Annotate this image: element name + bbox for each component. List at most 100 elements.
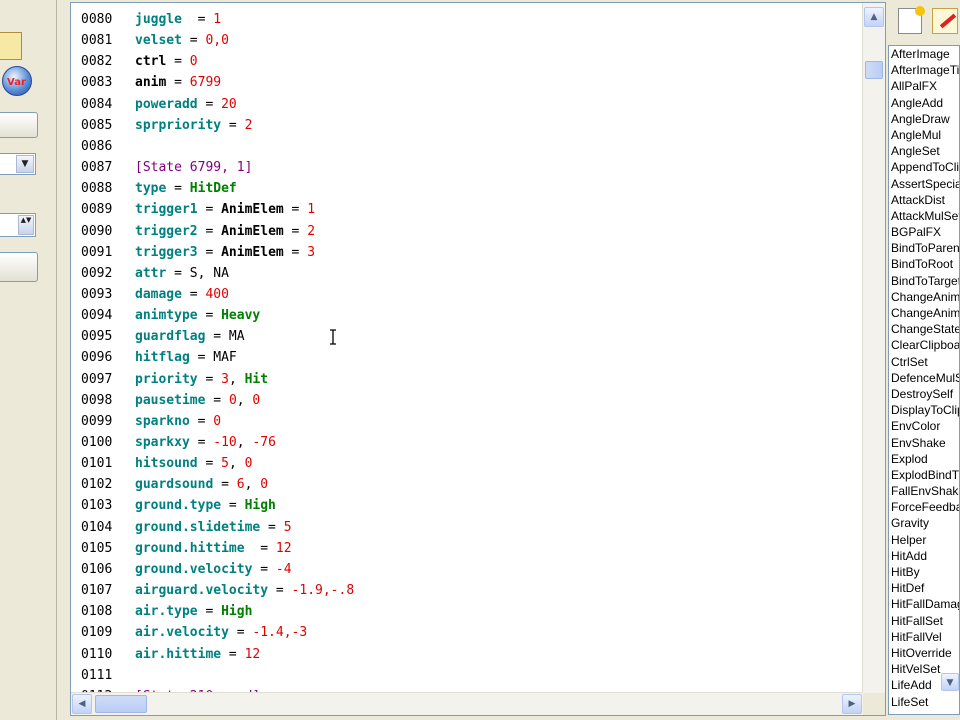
var-icon[interactable]: Var [2,66,32,96]
command-list-item[interactable]: BGPalFX [889,224,959,240]
code-area[interactable]: 0080 juggle = 1 0081 velset = 0,0 0082 ctrl =… [71,3,863,693]
command-list-item[interactable]: AngleDraw [889,111,959,127]
command-list[interactable]: AfterImageAfterImageTimeAllPalFXAngleAdd… [888,45,960,715]
command-list-item[interactable]: ClearClipboard [889,337,959,353]
code-line[interactable]: 0093 damage = 400 [71,284,229,305]
code-line[interactable]: 0109 air.velocity = -1.4,-3 [71,622,307,643]
command-list-item[interactable]: AfterImageTime [889,62,959,78]
code-line[interactable]: 0110 air.hittime = 12 [71,644,260,665]
code-line[interactable]: 0098 pausetime = 0, 0 [71,390,260,411]
code-token: ground.hittime [135,540,245,556]
command-list-item[interactable]: FallEnvShake [889,483,959,499]
code-line[interactable]: 0094 animtype = Heavy [71,305,260,326]
command-list-item[interactable]: EnvShake [889,435,959,451]
code-line[interactable]: 0102 guardsound = 6, 0 [71,474,268,495]
clipboard-icon[interactable] [0,32,22,60]
code-line[interactable]: 0080 juggle = 1 [71,9,221,30]
code-line[interactable]: 0096 hitflag = MAF [71,347,237,368]
command-list-item[interactable]: ChangeAnim [889,289,959,305]
command-list-item[interactable]: BindToRoot [889,256,959,272]
command-list-item[interactable]: HitOverride [889,645,959,661]
command-list-item[interactable]: HitFallVel [889,629,959,645]
scroll-right-button[interactable]: ▶ [842,694,862,714]
code-line[interactable]: 0101 hitsound = 5, 0 [71,453,252,474]
command-list-item[interactable]: AppendToClipboard [889,159,959,175]
command-list-item[interactable]: HitBy [889,564,959,580]
code-line[interactable]: 0100 sparkxy = -10, -76 [71,432,276,453]
code-token: anim [135,75,167,91]
code-token: = [197,604,222,620]
new-file-icon[interactable] [898,6,925,34]
code-line[interactable]: 0081 velset = 0,0 [71,30,229,51]
command-list-item[interactable]: Explod [889,451,959,467]
command-list-item[interactable]: Helper [889,532,959,548]
code-line[interactable]: 0099 sparkno = 0 [71,411,221,432]
horizontal-scrollbar[interactable]: ◀ ▶ [71,692,863,715]
code-token: = [197,202,222,218]
code-line[interactable]: 0082 ctrl = 0 [71,51,198,72]
command-list-item[interactable]: AfterImage [889,46,959,62]
left-panel: Var ▼ ▲▼ [0,0,57,720]
vertical-scrollbar[interactable]: ▲ [862,3,885,693]
code-line[interactable]: 0087 [State 6799, 1] [71,157,252,178]
scroll-up-button[interactable]: ▲ [864,7,884,27]
code-line[interactable]: 0111 [71,665,135,686]
code-line[interactable]: 0088 type = HitDef [71,178,237,199]
command-list-item[interactable]: BindToTarget [889,273,959,289]
command-list-item[interactable]: AngleMul [889,127,959,143]
command-list-item[interactable]: ChangeState [889,321,959,337]
command-list-item[interactable]: AngleAdd [889,95,959,111]
code-line[interactable]: 0083 anim = 6799 [71,72,221,93]
code-line[interactable]: 0103 ground.type = High [71,495,276,516]
command-list-item[interactable]: ExplodBindTime [889,467,959,483]
list-scroll-down-button[interactable]: ▼ [941,673,959,691]
command-list-item[interactable]: HitFallDamage [889,596,959,612]
command-list-item[interactable]: DefenceMulSet [889,370,959,386]
command-list-item[interactable]: HitDef [889,580,959,596]
command-list-item[interactable]: EnvColor [889,418,959,434]
code-line[interactable]: 0097 priority = 3, Hit [71,369,268,390]
command-list-item[interactable]: AttackDist [889,192,959,208]
command-list-item[interactable]: LifeSet [889,694,959,710]
code-line[interactable]: 0095 guardflag = MA [71,326,245,347]
command-list-item[interactable]: BindToParent [889,240,959,256]
command-list-item[interactable]: DestroySelf [889,386,959,402]
command-list-item[interactable]: DisplayToClipboard [889,402,959,418]
command-list-item[interactable]: HitFallSet [889,613,959,629]
code-line[interactable]: 0108 air.type = High [71,601,252,622]
command-list-item[interactable]: AttackMulSet [889,208,959,224]
command-list-item[interactable]: CtrlSet [889,354,959,370]
command-list-item[interactable]: Gravity [889,515,959,531]
command-list-item[interactable]: ForceFeedback [889,499,959,515]
code-token: = [197,244,222,260]
code-line[interactable]: 0091 trigger3 = AnimElem = 3 [71,242,315,263]
vertical-scroll-thumb[interactable] [865,61,883,79]
command-list-item[interactable]: AssertSpecial [889,176,959,192]
panel-dropdown[interactable]: ▼ [0,153,36,175]
edit-icon[interactable] [932,8,958,34]
command-list-item[interactable]: HitAdd [889,548,959,564]
code-line[interactable]: 0086 [71,136,135,157]
code-line[interactable]: 0084 poweradd = 20 [71,94,237,115]
code-line[interactable]: 0089 trigger1 = AnimElem = 1 [71,199,315,220]
scroll-left-button[interactable]: ◀ [72,694,92,714]
code-line[interactable]: 0090 trigger2 = AnimElem = 2 [71,221,315,242]
code-line[interactable]: 0105 ground.hittime = 12 [71,538,292,559]
panel-button-2[interactable] [0,252,38,282]
line-number: 0091 [81,244,113,260]
chevron-down-icon[interactable]: ▼ [16,155,34,173]
spinner-arrows-icon[interactable]: ▲▼ [18,215,34,235]
command-list-item[interactable]: ChangeAnim2 [889,305,959,321]
code-line[interactable]: 0092 attr = S, NA [71,263,229,284]
command-list-item[interactable]: AllPalFX [889,78,959,94]
line-number: 0108 [81,604,113,620]
code-line[interactable]: 0107 airguard.velocity = -1.9,-.8 [71,580,354,601]
code-editor[interactable]: 0080 juggle = 1 0081 velset = 0,0 0082 ctrl =… [70,2,886,716]
code-line[interactable]: 0104 ground.slidetime = 5 [71,517,292,538]
code-line[interactable]: 0106 ground.velocity = -4 [71,559,292,580]
code-line[interactable]: 0085 sprpriority = 2 [71,115,252,136]
command-list-item[interactable]: AngleSet [889,143,959,159]
horizontal-scroll-thumb[interactable] [95,695,147,713]
panel-spinner[interactable]: ▲▼ [0,213,36,237]
panel-button[interactable] [0,112,38,138]
